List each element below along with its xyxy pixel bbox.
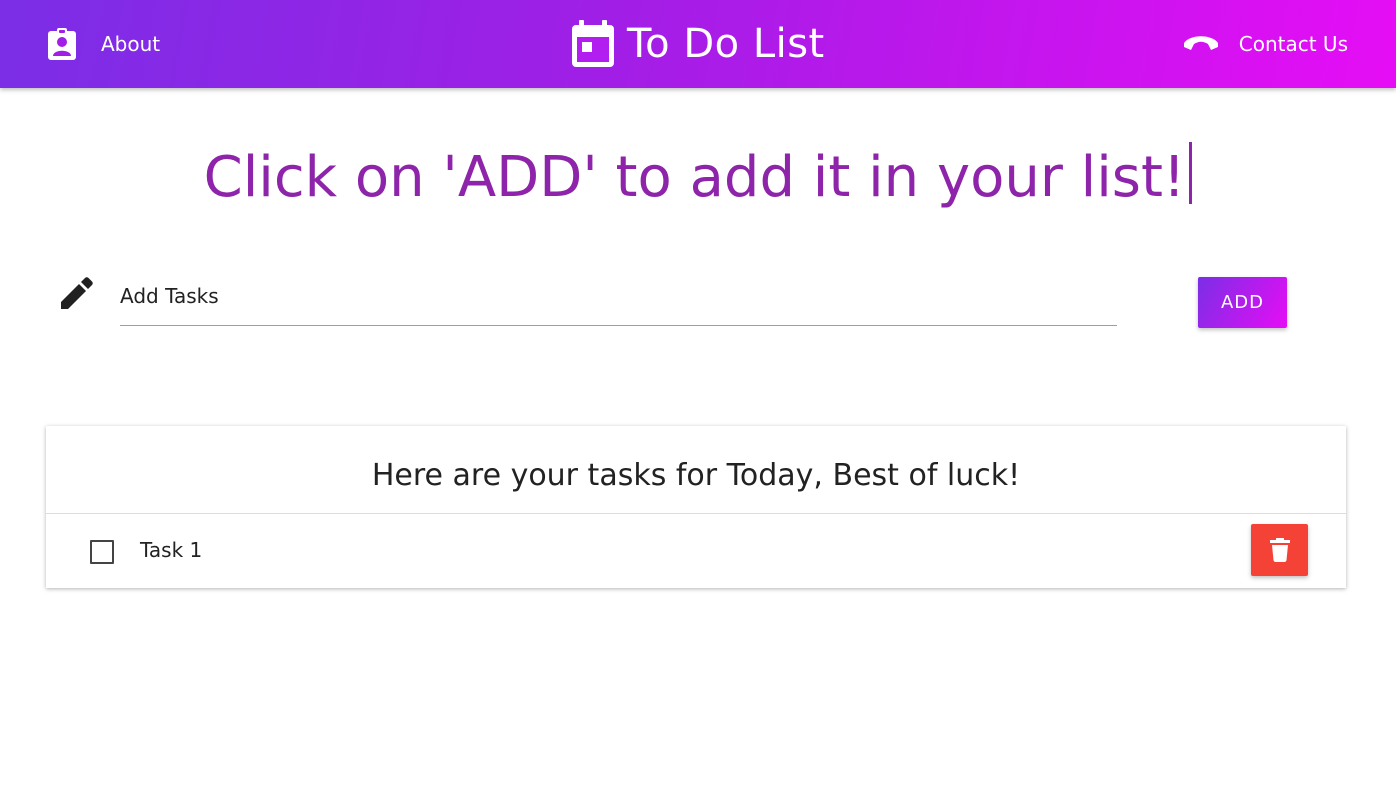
call-end-icon (1183, 36, 1218, 50)
navbar: About To Do List Contact Us (0, 0, 1396, 88)
brand-title: To Do List (627, 21, 825, 67)
typing-caret (1189, 142, 1193, 204)
page-headline: Click on 'ADD' to add it in your list! (0, 138, 1396, 218)
add-task-input[interactable] (120, 276, 1117, 326)
about-link[interactable]: About (48, 24, 160, 64)
calendar-today-icon (572, 20, 614, 67)
task-row: Task 1 (46, 514, 1346, 588)
trash-icon (1269, 538, 1290, 562)
task-list-card: Here are your tasks for Today, Best of l… (46, 426, 1346, 588)
task-label: Task 1 (140, 538, 203, 562)
contact-us-label: Contact Us (1238, 32, 1348, 56)
pencil-icon (61, 277, 93, 309)
assignment-ind-icon (48, 28, 76, 60)
contact-us-link[interactable]: Contact Us (1183, 24, 1348, 64)
brand[interactable]: To Do List (571, 18, 825, 70)
headline-text: Click on 'ADD' to add it in your list! (203, 145, 1186, 210)
about-label: About (101, 32, 161, 56)
delete-task-button[interactable] (1251, 524, 1308, 576)
add-button[interactable]: ADD (1198, 277, 1287, 328)
task-checkbox[interactable] (90, 540, 114, 564)
task-list-header: Here are your tasks for Today, Best of l… (46, 426, 1346, 514)
